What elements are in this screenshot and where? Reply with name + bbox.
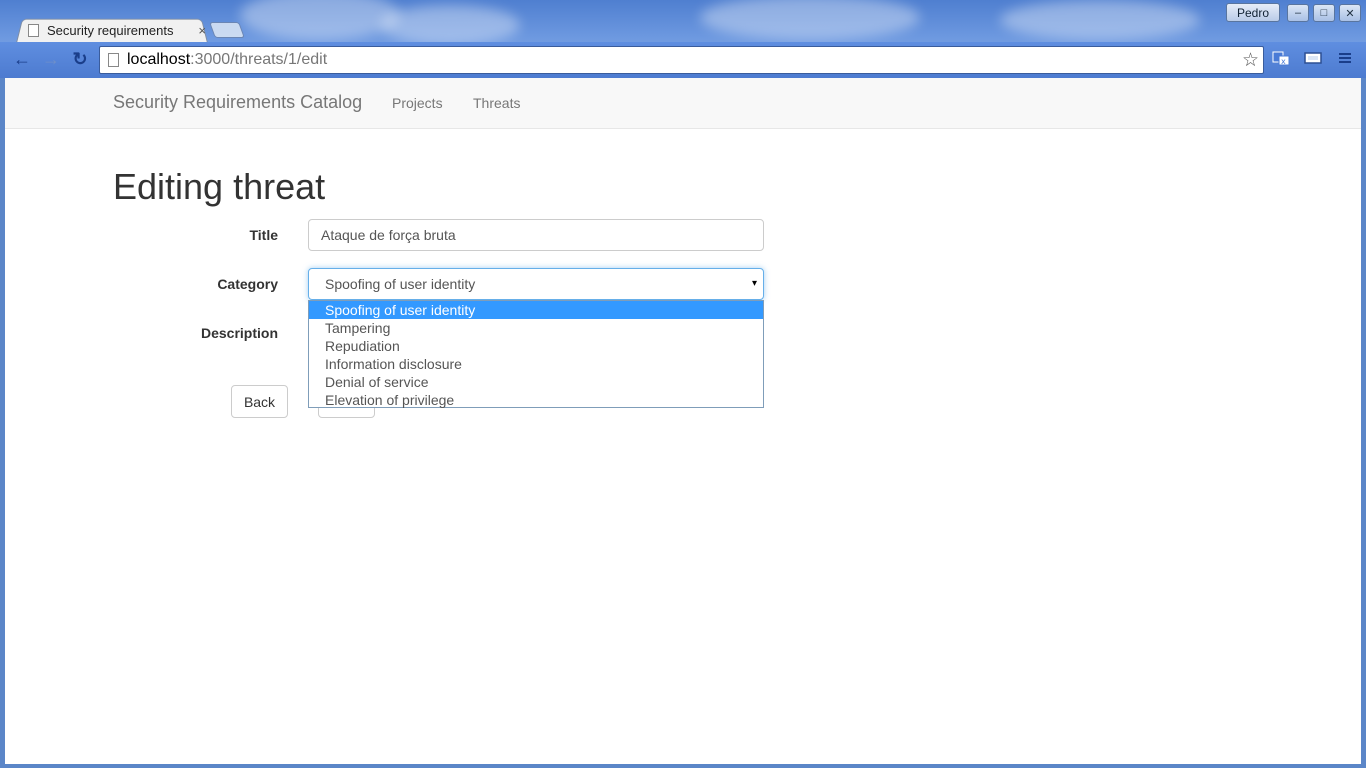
category-label: Category (217, 276, 278, 292)
title-label: Title (249, 227, 278, 243)
tab-close-icon[interactable]: × (198, 23, 206, 38)
page-title: Editing threat (113, 166, 326, 207)
category-select[interactable]: Spoofing of user identity ▾ (308, 268, 764, 300)
browser-tab[interactable]: Security requirements × (26, 20, 206, 40)
category-dropdown-list: Spoofing of user identity Tampering Repu… (308, 300, 764, 408)
nav-link-projects[interactable]: Projects (392, 95, 443, 111)
page-icon (108, 53, 119, 67)
menu-icon[interactable] (1336, 50, 1354, 66)
minimize-button[interactable]: – (1287, 4, 1309, 22)
category-option[interactable]: Tampering (309, 319, 763, 337)
reload-icon[interactable]: ↻ (69, 48, 91, 70)
back-button[interactable]: Back (231, 385, 288, 418)
category-option[interactable]: Denial of service (309, 373, 763, 391)
window-frame-right (1361, 78, 1366, 768)
title-input[interactable]: Ataque de força bruta (308, 219, 764, 251)
sky-cloud (1000, 0, 1200, 40)
sky-cloud (700, 0, 920, 40)
back-arrow-icon[interactable]: ← (11, 48, 33, 70)
app-navbar: Security Requirements Catalog Projects T… (5, 78, 1361, 129)
new-tab-button[interactable] (209, 22, 245, 38)
category-option[interactable]: Information disclosure (309, 355, 763, 373)
sky-cloud (240, 0, 400, 40)
maximize-button[interactable]: □ (1313, 4, 1335, 22)
chevron-down-icon: ▾ (751, 278, 757, 289)
cast-icon[interactable] (1304, 50, 1322, 66)
profile-button[interactable]: Pedro (1226, 3, 1280, 22)
category-option[interactable]: Repudiation (309, 337, 763, 355)
description-label: Description (200, 325, 278, 341)
window-frame-bottom (0, 764, 1366, 768)
navbar-brand[interactable]: Security Requirements Catalog (113, 92, 362, 113)
sky-cloud (380, 5, 520, 45)
category-selected-value: Spoofing of user identity (325, 276, 476, 292)
url-host: localhost (127, 51, 191, 68)
page-icon (28, 23, 39, 37)
page-viewport: Security Requirements Catalog Projects T… (5, 78, 1361, 764)
translate-icon[interactable]: x (1272, 50, 1290, 66)
category-option[interactable]: Elevation of privilege (309, 391, 763, 409)
svg-text:x: x (1281, 57, 1286, 66)
close-window-button[interactable]: ✕ (1339, 4, 1361, 22)
url-path: :3000/threats/1/edit (190, 51, 328, 68)
bookmark-star-icon[interactable]: ☆ (1242, 49, 1259, 72)
address-bar[interactable]: localhost:3000/threats/1/edit ☆ (99, 46, 1264, 74)
tab-title: Security requirements (47, 22, 174, 38)
forward-arrow-icon[interactable]: → (40, 48, 62, 70)
nav-link-threats[interactable]: Threats (473, 95, 520, 111)
category-option[interactable]: Spoofing of user identity (309, 301, 763, 319)
